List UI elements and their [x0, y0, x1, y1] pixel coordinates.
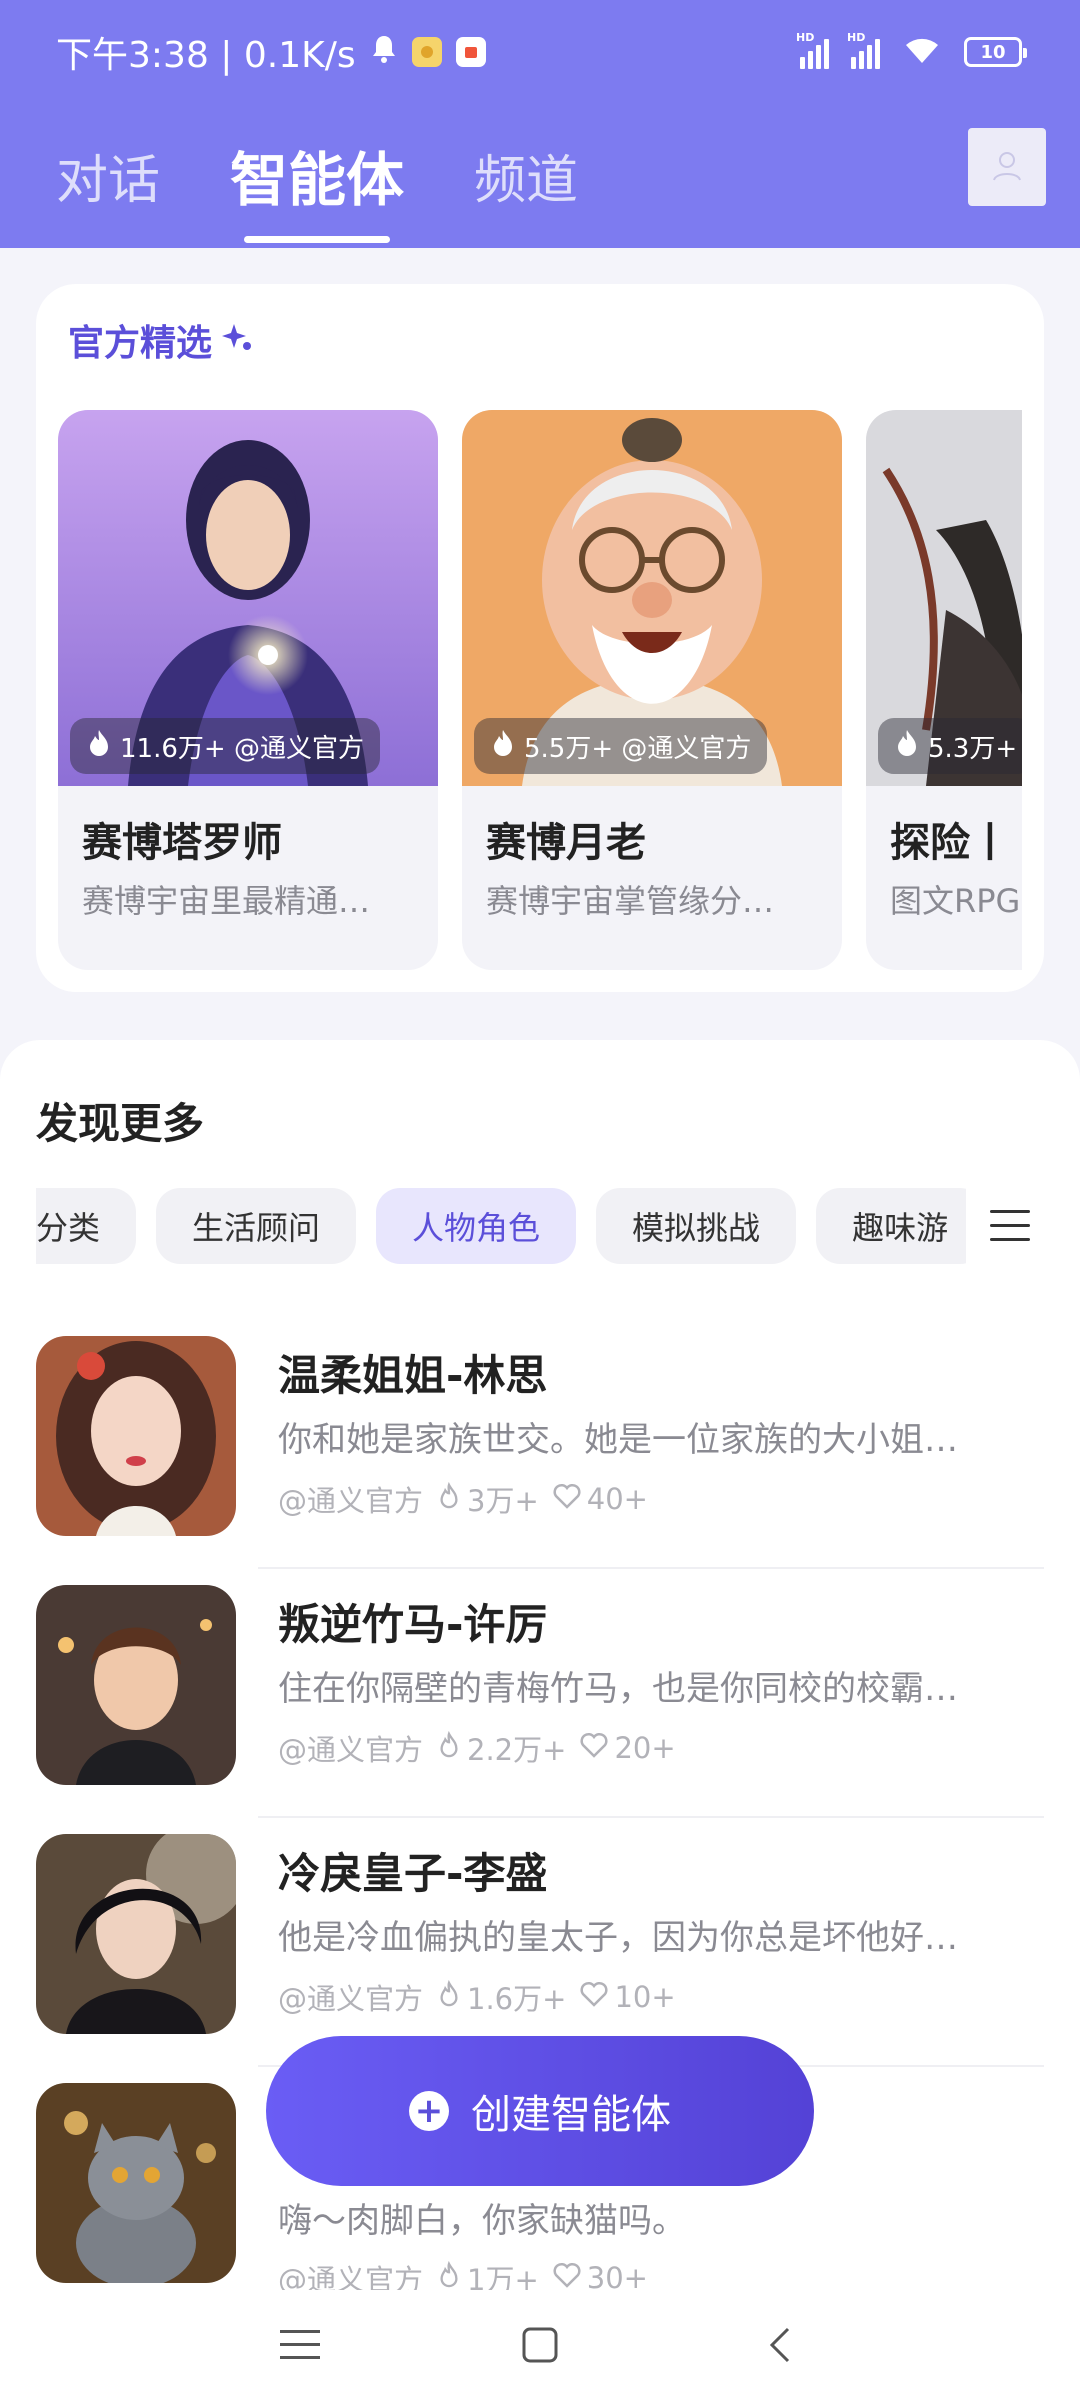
home-icon[interactable] — [510, 2315, 570, 2375]
featured-card-tarot[interactable]: 11.6万+ @通义官方 赛博塔罗师 赛博宇宙里最精通… — [58, 410, 438, 970]
avatar-placeholder-icon — [993, 152, 1021, 181]
list-item[interactable]: 温柔姐姐-林思 你和她是家族世交。她是一位家族的大小姐… @通义官方 3万+ 4… — [36, 1320, 1044, 1569]
card-image-matchmaker: 5.5万+ @通义官方 — [462, 410, 842, 786]
card-description: 图文RPG — [890, 882, 1021, 920]
discover-title: 发现更多 — [36, 1099, 205, 1148]
card-title: 赛博月老 — [486, 820, 646, 866]
card-stat-badge: 11.6万+ @通义官方 — [70, 718, 380, 774]
featured-card-adventure[interactable]: 5.3万+ 探险丨 图文RPG — [866, 410, 1022, 970]
flame-outline-icon — [437, 1481, 461, 1517]
agent-description: 嗨～肉脚白，你家缺猫吗。 — [278, 2201, 686, 2241]
featured-section: 官方精选 11.6万+ @通义官方 赛博塔罗师 赛博宇宙里最精通… 5.5万+ … — [36, 284, 1044, 992]
list-item[interactable]: 叛逆竹马-许厉 住在你隔壁的青梅竹马，也是你同校的校霸… @通义官方 2.2万+… — [36, 1569, 1044, 1818]
featured-carousel[interactable]: 11.6万+ @通义官方 赛博塔罗师 赛博宇宙里最精通… 5.5万+ @通义官方… — [58, 410, 1022, 970]
header: 下午3:38 | 0.1K/s HD HD 10 对话 智能体 频道 — [0, 0, 1080, 248]
like-count: 40+ — [586, 1482, 648, 1516]
category-menu-icon[interactable] — [990, 1210, 1030, 1244]
agent-name: 叛逆竹马-许厉 — [278, 1600, 548, 1649]
category-chips[interactable]: 部分类 生活顾问 人物角色 模拟挑战 趣味游 — [36, 1188, 966, 1268]
card-image-tarot: 11.6万+ @通义官方 — [58, 410, 438, 786]
heart-outline-icon — [580, 1731, 608, 1765]
profile-avatar[interactable] — [968, 128, 1046, 206]
card-title: 探险丨 — [890, 820, 1010, 866]
agent-author: @通义官方 — [278, 1733, 424, 1767]
menu-icon[interactable] — [270, 2315, 330, 2375]
agent-thumbnail — [36, 1336, 236, 1536]
card-description: 赛博宇宙里最精通… — [82, 882, 371, 920]
bell-icon — [370, 32, 398, 73]
use-count: 1.6万+ — [467, 1982, 567, 2016]
flame-outline-icon — [437, 1979, 461, 2015]
card-stat-badge: 5.3万+ — [878, 718, 1022, 774]
cell-signal-icon: HD — [796, 31, 829, 69]
flame-outline-icon — [437, 1730, 461, 1766]
wifi-icon — [902, 35, 942, 69]
discover-section: 发现更多 部分类 生活顾问 人物角色 模拟挑战 趣味游 — [0, 1040, 1080, 2400]
tab-chat[interactable]: 对话 — [56, 138, 160, 213]
featured-card-matchmaker[interactable]: 5.5万+ @通义官方 赛博月老 赛博宇宙掌管缘分… — [462, 410, 842, 970]
chip-simulation[interactable]: 模拟挑战 — [596, 1188, 797, 1264]
system-nav-bar — [0, 2290, 1080, 2400]
cell-signal-icon-2: HD — [847, 31, 880, 69]
chip-fun-games[interactable]: 趣味游 — [816, 1188, 966, 1264]
agent-name: 温柔姐姐-林思 — [278, 1351, 548, 1400]
card-description: 赛博宇宙掌管缘分… — [486, 882, 775, 920]
create-agent-label: 创建智能体 — [471, 2092, 671, 2138]
battery-icon: 10 — [964, 37, 1027, 67]
agent-description: 他是冷血偏执的皇太子，因为你总是坏他好… — [278, 1918, 958, 1958]
list-item[interactable]: 冷戾皇子-李盛 他是冷血偏执的皇太子，因为你总是坏他好… @通义官方 1.6万+… — [36, 1818, 1044, 2067]
heart-outline-icon — [553, 1482, 581, 1516]
plus-icon: + — [409, 2091, 449, 2131]
sparkle-icon — [222, 320, 252, 361]
agent-thumbnail — [36, 1834, 236, 2034]
app-screen: 下午3:38 | 0.1K/s HD HD 10 对话 智能体 频道 官方精选 … — [0, 0, 1080, 2400]
featured-title: 官方精选 — [68, 323, 213, 364]
agent-description: 你和她是家族世交。她是一位家族的大小姐… — [278, 1420, 958, 1460]
card-stat-badge: 5.5万+ @通义官方 — [474, 718, 768, 774]
create-agent-button[interactable]: + 创建智能体 — [266, 2036, 814, 2186]
heart-outline-icon — [580, 1980, 608, 2014]
agent-thumbnail — [36, 1585, 236, 1785]
like-count: 20+ — [614, 1731, 676, 1765]
agent-author: @通义官方 — [278, 1982, 424, 2016]
app-notification-icon-2 — [455, 37, 486, 67]
flame-icon — [86, 728, 112, 765]
card-title: 赛博塔罗师 — [82, 820, 282, 866]
chip-characters[interactable]: 人物角色 — [376, 1188, 577, 1264]
app-notification-icon — [411, 37, 442, 67]
status-time-speed: 下午3:38 | 0.1K/s — [56, 35, 356, 76]
card-image-adventure: 5.3万+ — [866, 410, 1022, 786]
agent-description: 住在你隔壁的青梅竹马，也是你同校的校霸… — [278, 1669, 958, 1709]
agent-author: @通义官方 — [278, 1484, 424, 1518]
status-bar: 下午3:38 | 0.1K/s HD HD 10 — [0, 0, 1080, 104]
chip-all-categories[interactable]: 部分类 — [36, 1188, 137, 1264]
top-tabs: 对话 智能体 频道 — [56, 120, 578, 243]
like-count: 10+ — [614, 1980, 676, 2014]
chip-life-advisor[interactable]: 生活顾问 — [156, 1188, 357, 1264]
agent-name: 冷戾皇子-李盛 — [278, 1849, 548, 1898]
tab-channels[interactable]: 频道 — [474, 138, 578, 213]
agent-thumbnail — [36, 2083, 236, 2283]
use-count: 2.2万+ — [467, 1733, 567, 1767]
use-count: 3万+ — [467, 1484, 539, 1518]
flame-icon — [894, 728, 920, 765]
back-icon[interactable] — [750, 2315, 810, 2375]
tab-agents[interactable]: 智能体 — [230, 133, 404, 243]
flame-icon — [490, 728, 516, 765]
